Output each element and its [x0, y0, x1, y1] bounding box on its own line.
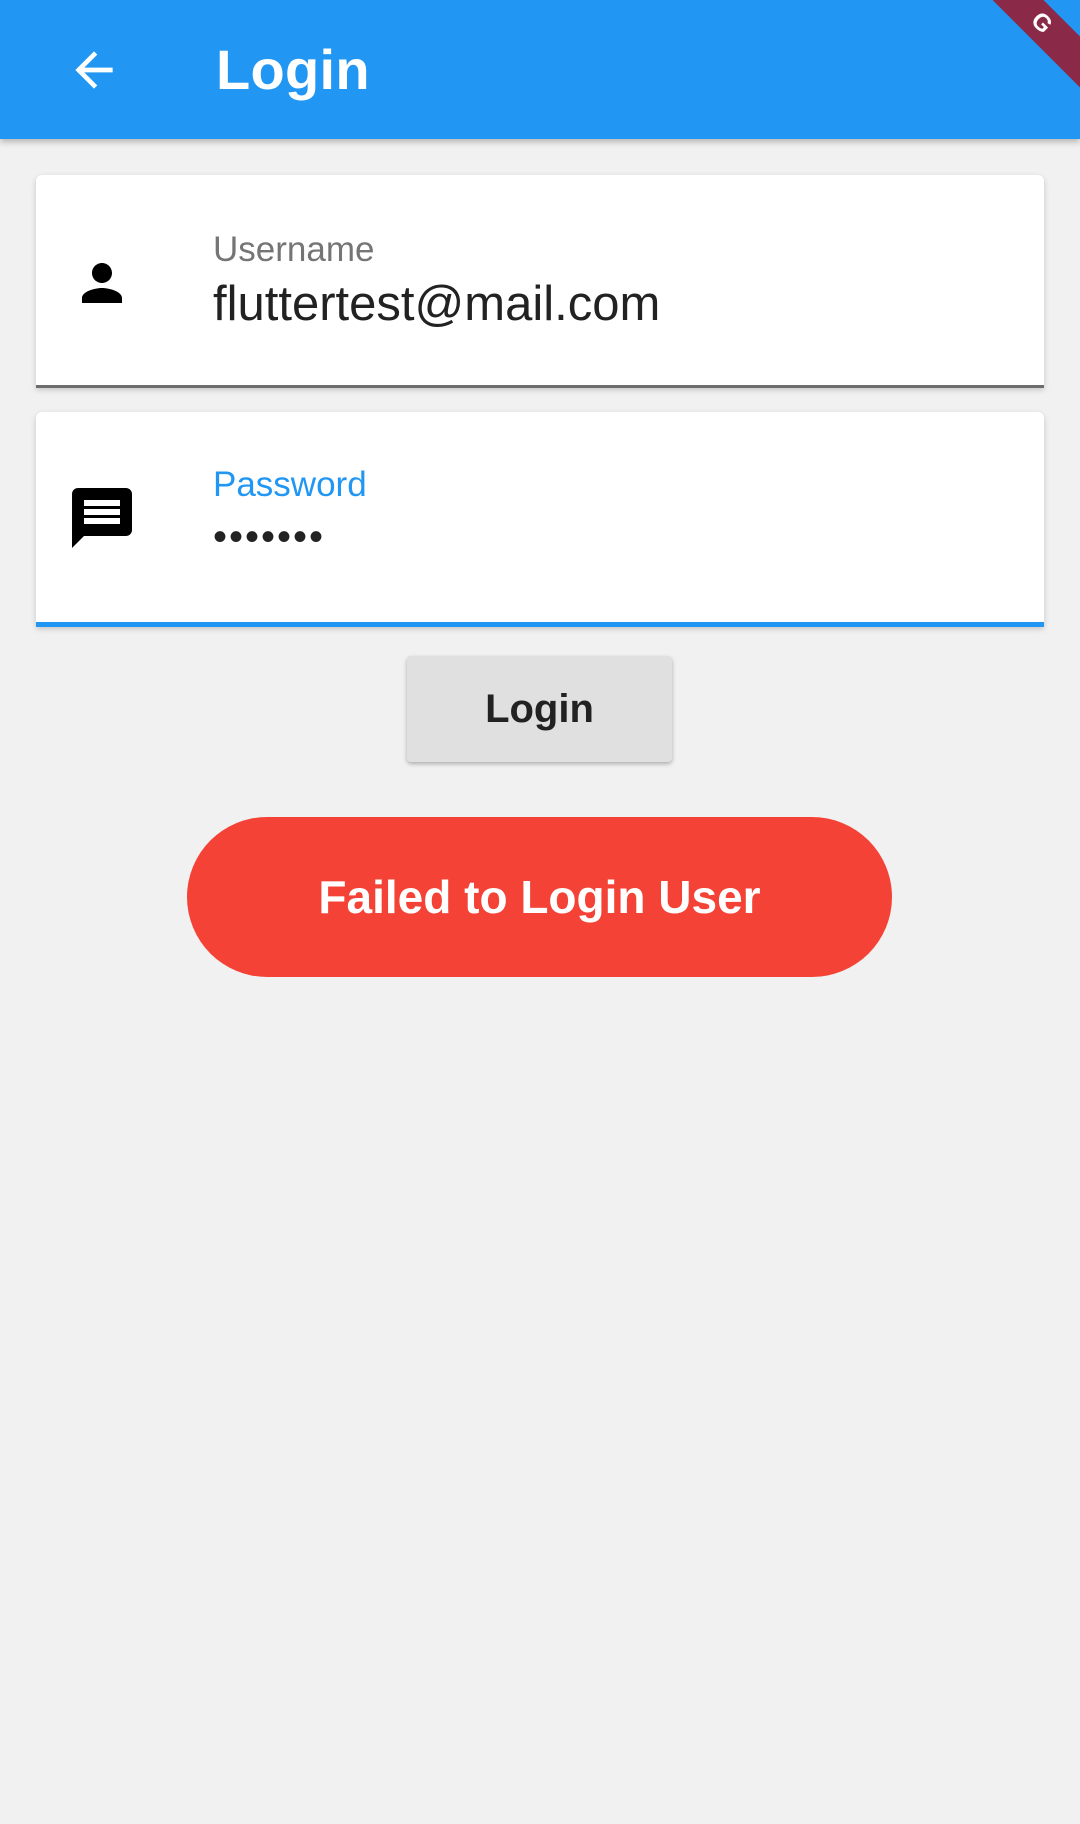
arrow-back-icon — [66, 42, 122, 98]
password-input[interactable] — [213, 515, 993, 560]
username-label: Username — [213, 230, 375, 269]
debug-banner: G — [970, 0, 1080, 110]
person-icon — [62, 243, 142, 323]
error-message-badge: Failed to Login User — [187, 817, 892, 977]
page-title: Login — [216, 38, 370, 101]
login-button[interactable]: Login — [407, 656, 672, 762]
password-label: Password — [213, 465, 367, 504]
app-bar: Login — [0, 0, 1080, 139]
username-input[interactable] — [213, 276, 993, 332]
debug-banner-label: G — [970, 0, 1080, 110]
message-icon — [62, 478, 142, 558]
back-button[interactable] — [44, 20, 144, 120]
